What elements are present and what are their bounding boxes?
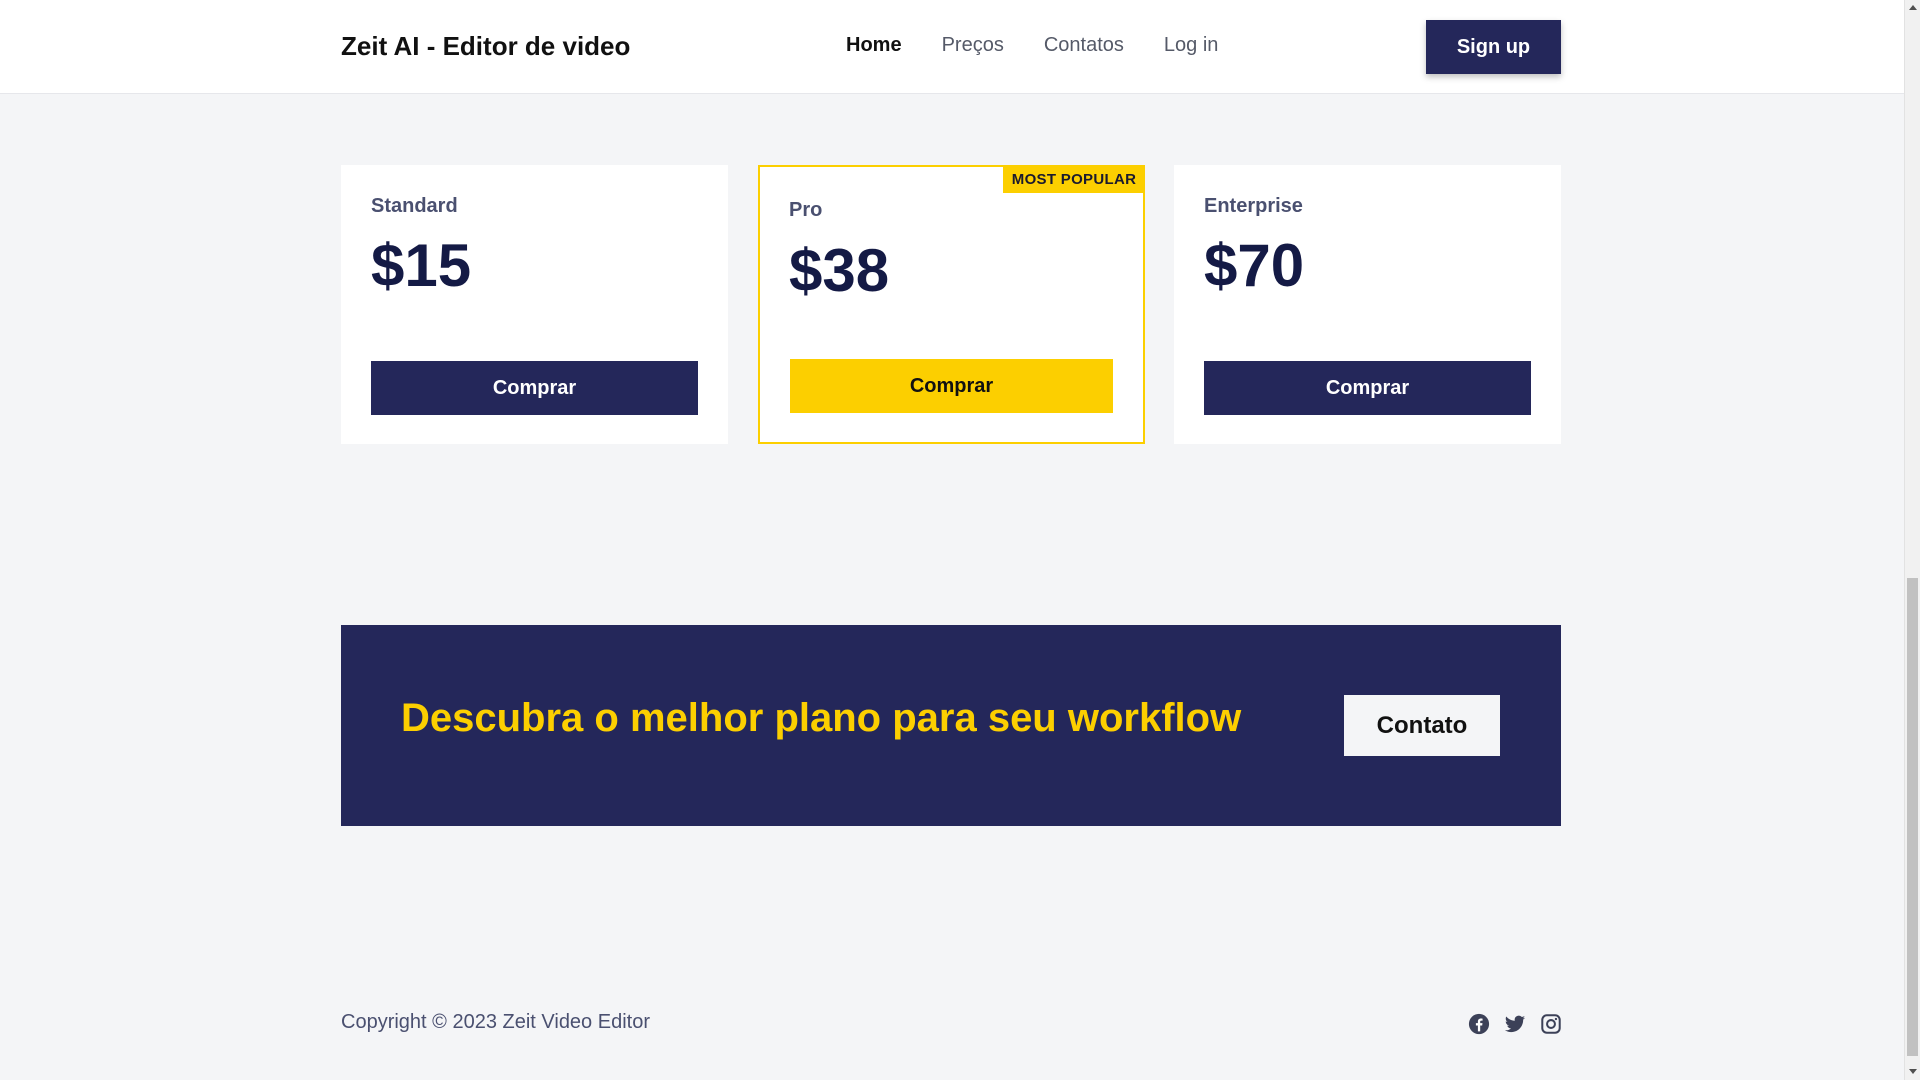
buy-button-standard[interactable]: Comprar xyxy=(371,361,698,415)
scroll-thumb[interactable] xyxy=(1907,578,1918,1056)
nav-link-contatos[interactable]: Contatos xyxy=(1044,34,1124,57)
brand-logo[interactable]: Zeit AI - Editor de video xyxy=(341,31,630,62)
nav-link-home[interactable]: Home xyxy=(846,34,902,57)
plan-price: $38 xyxy=(789,237,890,304)
cta-banner: Descubra o melhor plano para seu workflo… xyxy=(341,625,1561,826)
vertical-scrollbar[interactable] xyxy=(1904,0,1920,1080)
navbar: Zeit AI - Editor de video Home Preços Co… xyxy=(0,0,1904,94)
twitter-icon[interactable] xyxy=(1504,1013,1526,1035)
pricing-card-standard: Standard $15 Comprar xyxy=(341,165,728,444)
scroll-down-arrow-icon[interactable] xyxy=(1909,1069,1917,1074)
plan-price: $15 xyxy=(371,232,472,299)
copyright-text: Copyright © 2023 Zeit Video Editor xyxy=(341,1011,650,1033)
plan-name: Enterprise xyxy=(1204,195,1303,217)
facebook-icon[interactable] xyxy=(1468,1013,1490,1035)
buy-button-pro[interactable]: Comprar xyxy=(790,359,1113,413)
contact-button[interactable]: Contato xyxy=(1344,695,1500,756)
plan-price: $70 xyxy=(1204,232,1305,299)
pricing-card-enterprise: Enterprise $70 Comprar xyxy=(1174,165,1561,444)
signup-button[interactable]: Sign up xyxy=(1426,20,1561,74)
instagram-icon[interactable] xyxy=(1540,1013,1562,1035)
most-popular-badge: MOST POPULAR xyxy=(1003,165,1145,193)
cta-heading: Descubra o melhor plano para seu workflo… xyxy=(401,696,1242,740)
plan-name: Pro xyxy=(789,199,823,221)
social-links xyxy=(1468,1013,1562,1035)
plan-name: Standard xyxy=(371,195,458,217)
nav-link-login[interactable]: Log in xyxy=(1164,34,1219,57)
pricing-card-pro: MOST POPULAR Pro $38 Comprar xyxy=(758,165,1145,444)
nav-link-precos[interactable]: Preços xyxy=(942,34,1004,57)
buy-button-enterprise[interactable]: Comprar xyxy=(1204,361,1531,415)
scroll-up-arrow-icon[interactable] xyxy=(1909,5,1917,10)
page: Zeit AI - Editor de video Home Preços Co… xyxy=(0,0,1904,1080)
nav-links: Home Preços Contatos Log in xyxy=(846,34,1218,57)
